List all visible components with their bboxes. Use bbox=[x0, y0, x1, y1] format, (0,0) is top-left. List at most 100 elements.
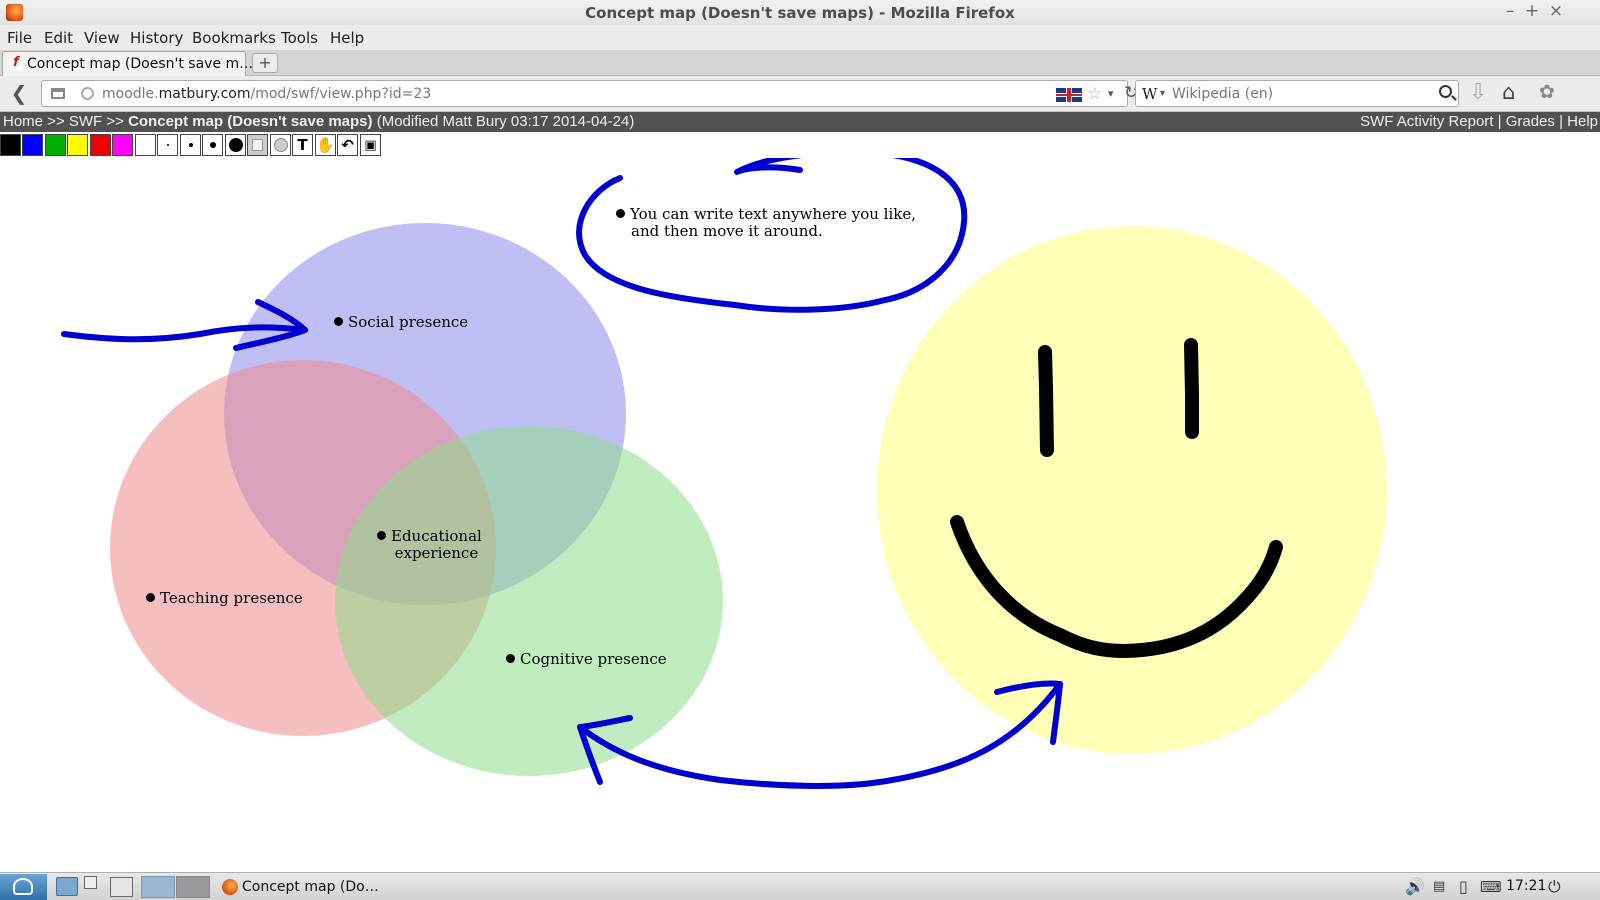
right-eye-stroke bbox=[1184, 338, 1199, 439]
menu-file[interactable]: File bbox=[7, 29, 32, 47]
teaching-presence-note[interactable]: Teaching presence bbox=[146, 590, 303, 607]
workspace-1[interactable] bbox=[141, 876, 175, 898]
window-titlebar: Concept map (Doesn't save maps) - Mozill… bbox=[0, 0, 1600, 25]
help-link[interactable]: Help bbox=[1567, 113, 1598, 130]
tab-strip: f Concept map (Doesn't save m… + bbox=[0, 50, 1600, 76]
hand-tool[interactable]: ✋ bbox=[315, 134, 336, 156]
engine-dropdown-icon[interactable]: ▾ bbox=[1160, 88, 1165, 99]
bookmark-star-icon[interactable]: ☆ bbox=[1087, 84, 1102, 104]
globe-icon bbox=[81, 87, 94, 100]
menu-view[interactable]: View bbox=[84, 29, 120, 47]
url-dropdown-icon[interactable]: ▾ bbox=[1108, 87, 1114, 100]
volume-icon[interactable]: 🔊 bbox=[1405, 877, 1425, 896]
breadcrumb-current: Concept map (Doesn't save maps) bbox=[128, 113, 373, 130]
text-icon: T bbox=[297, 136, 308, 154]
screenshot-icon[interactable] bbox=[84, 876, 97, 889]
color-white-swatch[interactable] bbox=[135, 134, 156, 156]
swf-activity-report-link[interactable]: SWF Activity Report bbox=[1360, 113, 1493, 130]
camera-icon: ▣ bbox=[364, 138, 377, 153]
menu-tools[interactable]: Tools bbox=[281, 29, 318, 47]
breadcrumb-separator: >> bbox=[43, 113, 69, 130]
tab-concept-map[interactable]: f Concept map (Doesn't save m… bbox=[2, 51, 253, 76]
brush-dot-icon bbox=[209, 142, 216, 148]
menu-history[interactable]: History bbox=[130, 29, 183, 47]
breadcrumb-home[interactable]: Home bbox=[3, 113, 43, 130]
search-bar[interactable]: W ▾ bbox=[1135, 80, 1459, 107]
cognitive-presence-note[interactable]: Cognitive presence bbox=[506, 651, 667, 668]
wikipedia-icon[interactable]: W bbox=[1142, 85, 1157, 103]
color-red-swatch[interactable] bbox=[90, 134, 111, 156]
eraser-tool[interactable] bbox=[247, 134, 268, 156]
camera-tool[interactable]: ▣ bbox=[360, 134, 381, 156]
page-icon bbox=[51, 88, 65, 99]
educational-experience-note[interactable]: Educational experience bbox=[377, 528, 482, 562]
new-tab-button[interactable]: + bbox=[252, 53, 278, 73]
menu-bookmarks[interactable]: Bookmarks bbox=[192, 29, 276, 47]
power-icon[interactable]: ⏻ bbox=[1548, 877, 1561, 897]
brush-size-3[interactable] bbox=[202, 134, 223, 156]
color-magenta-swatch[interactable] bbox=[112, 134, 133, 156]
tab-label: Concept map (Doesn't save m… bbox=[27, 56, 254, 72]
brush-size-4[interactable] bbox=[225, 134, 246, 156]
smiley-face-circle[interactable] bbox=[877, 226, 1387, 754]
search-input[interactable] bbox=[1172, 84, 1432, 104]
social-presence-label: Social presence bbox=[348, 313, 469, 331]
workspace-2[interactable] bbox=[176, 876, 210, 898]
screen: Concept map (Doesn't save maps) - Mozill… bbox=[0, 0, 1600, 900]
show-desktop-icon[interactable] bbox=[110, 877, 133, 897]
taskbar-window-label: Concept map (Do… bbox=[242, 879, 379, 895]
brush-dot-icon bbox=[166, 144, 169, 146]
bullet-icon bbox=[334, 317, 343, 326]
cognitive-presence-circle[interactable] bbox=[335, 426, 723, 776]
cognitive-presence-label: Cognitive presence bbox=[520, 650, 667, 668]
grades-link[interactable]: Grades bbox=[1506, 113, 1555, 130]
link-separator: | bbox=[1554, 113, 1568, 130]
breadcrumb-trail: Home >> SWF >> Concept map (Doesn't save… bbox=[3, 113, 634, 130]
taskbar-window-firefox[interactable]: Concept map (Do… bbox=[218, 875, 388, 899]
circle-tool[interactable] bbox=[270, 134, 291, 156]
brush-size-1[interactable] bbox=[157, 134, 178, 156]
navigation-bar: ❮ moodle.matbury.com/mod/swf/view.php?id… bbox=[0, 76, 1600, 112]
color-green-swatch[interactable] bbox=[45, 134, 66, 156]
color-yellow-swatch[interactable] bbox=[67, 134, 88, 156]
back-button[interactable]: ❮ bbox=[8, 82, 30, 104]
taskbar: Concept map (Do… 🔊 ▤ ▯ ⌨ 17:21 ⏻ bbox=[0, 872, 1600, 900]
bullet-icon bbox=[146, 593, 155, 602]
search-icon[interactable] bbox=[1439, 85, 1452, 98]
menu-help[interactable]: Help bbox=[330, 29, 364, 47]
maximize-button[interactable]: + bbox=[1522, 1, 1542, 21]
network-icon[interactable]: ▤ bbox=[1433, 879, 1445, 894]
menu-edit[interactable]: Edit bbox=[44, 29, 73, 47]
undo-tool[interactable]: ↶ bbox=[337, 134, 358, 156]
brush-dot-icon bbox=[188, 143, 193, 147]
text-tool[interactable]: T bbox=[292, 134, 313, 156]
url-text[interactable]: moodle.matbury.com/mod/swf/view.php?id=2… bbox=[102, 86, 431, 102]
file-manager-icon[interactable] bbox=[56, 877, 78, 896]
brush-size-2[interactable] bbox=[180, 134, 201, 156]
back-arrow-icon: ❮ bbox=[10, 81, 28, 105]
color-blue-swatch[interactable] bbox=[22, 134, 43, 156]
keyboard-icon[interactable]: ⌨ bbox=[1480, 878, 1502, 896]
close-button[interactable]: × bbox=[1546, 1, 1566, 21]
concept-map-canvas[interactable]: You can write text anywhere you like, an… bbox=[0, 158, 1600, 872]
link-separator: | bbox=[1493, 113, 1506, 130]
speech-note[interactable]: You can write text anywhere you like, an… bbox=[616, 206, 916, 240]
url-bar[interactable]: moodle.matbury.com/mod/swf/view.php?id=2… bbox=[41, 80, 1138, 107]
menu-bar: File Edit View History Bookmarks Tools H… bbox=[0, 25, 1600, 50]
uk-flag-icon[interactable] bbox=[1056, 88, 1082, 102]
minimize-button[interactable]: – bbox=[1500, 1, 1520, 21]
drawing-layer bbox=[61, 158, 1387, 789]
download-icon[interactable]: ⇩ bbox=[1469, 80, 1487, 105]
breadcrumb-swf[interactable]: SWF bbox=[69, 113, 102, 130]
addon-icon[interactable]: ✿ bbox=[1539, 81, 1555, 103]
speech-line-2: and then move it around. bbox=[631, 222, 823, 240]
url-path: /mod/swf/view.php?id=23 bbox=[250, 86, 432, 102]
start-menu-button[interactable] bbox=[0, 874, 47, 900]
home-icon[interactable]: ⌂ bbox=[1502, 80, 1515, 104]
battery-icon[interactable]: ▯ bbox=[1459, 877, 1468, 896]
lubuntu-logo-icon bbox=[13, 878, 33, 895]
social-presence-note[interactable]: Social presence bbox=[334, 314, 468, 331]
breadcrumb-separator: >> bbox=[102, 113, 129, 130]
bullet-icon bbox=[377, 531, 386, 540]
color-black-swatch[interactable] bbox=[0, 134, 21, 156]
